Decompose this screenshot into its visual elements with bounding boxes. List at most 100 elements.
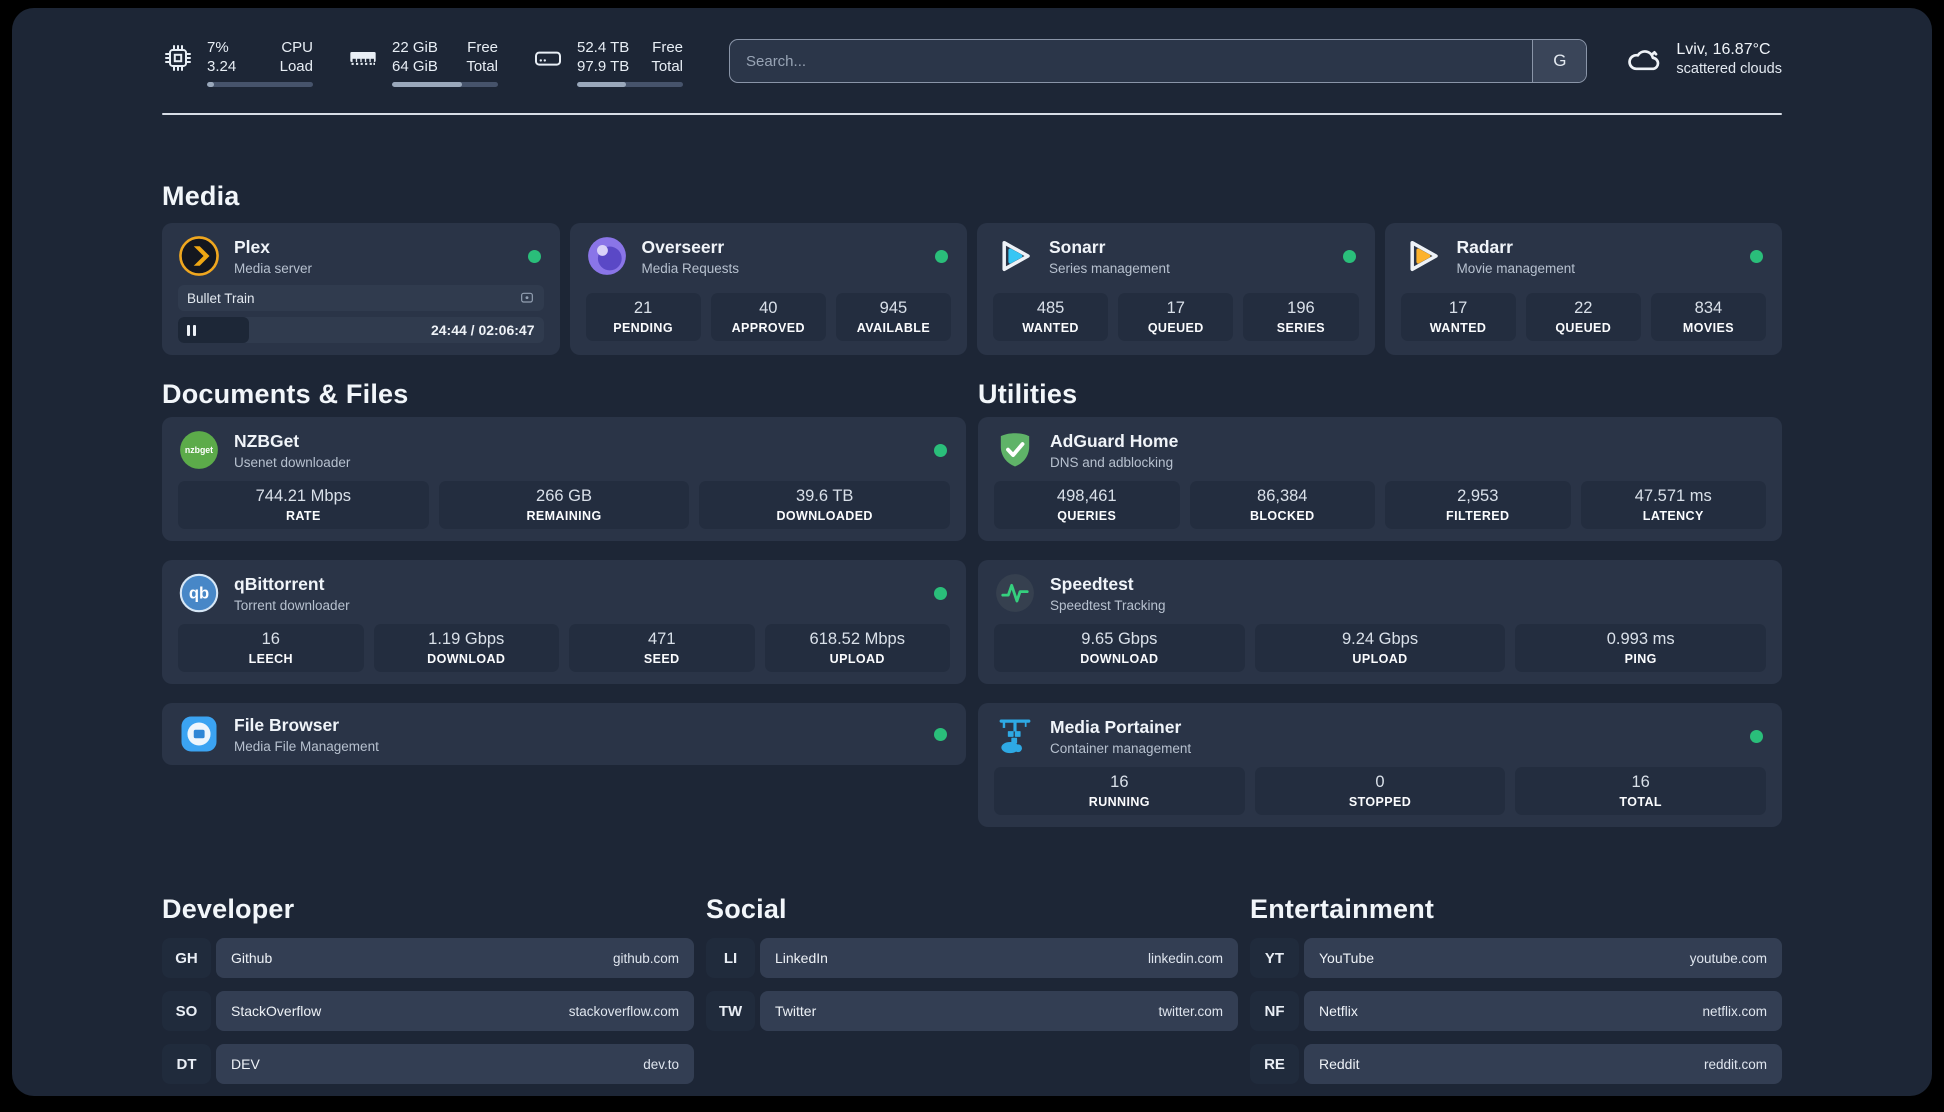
status-dot xyxy=(1750,729,1763,743)
bookmark-github[interactable]: GH Github github.com xyxy=(162,938,694,978)
stat-upload: 618.52 Mbps UPLOAD xyxy=(764,624,950,672)
bookmark-twitter[interactable]: TW Twitter twitter.com xyxy=(706,991,1238,1031)
playback-time: 24:44 / 02:06:47 xyxy=(430,322,535,338)
stat-download: 9.65 Gbps DOWNLOAD xyxy=(994,624,1245,672)
search-engine-button[interactable]: G xyxy=(1532,40,1587,82)
header-divider xyxy=(162,113,1782,115)
header: 7% 3.24 CPU Load 22 GiB 64 GiB Free Tota… xyxy=(162,38,1782,87)
stat-stopped: 0 STOPPED xyxy=(1254,767,1506,815)
section-title-documents: Documents & Files xyxy=(162,379,409,409)
playback-progress-bar[interactable]: 24:44 / 02:06:47 xyxy=(178,317,544,343)
bookmark-abbr: SO xyxy=(162,991,211,1031)
bookmark-abbr: RE xyxy=(1250,1044,1299,1084)
status-dot xyxy=(1750,249,1763,263)
adguard-icon xyxy=(994,429,1036,471)
speedtest-icon xyxy=(994,572,1036,614)
section-title-media: Media xyxy=(162,181,240,211)
radarr-title: Radarr xyxy=(1456,236,1513,257)
disk-metric: 52.4 TB 97.9 TB Free Total xyxy=(532,38,683,87)
card-filebrowser[interactable]: File Browser Media File Management xyxy=(162,703,966,765)
cast-icon[interactable] xyxy=(519,290,535,306)
status-dot xyxy=(527,249,541,263)
stat-running: 16 RUNNING xyxy=(994,767,1245,815)
bookmark-name: Netflix xyxy=(1319,1003,1358,1019)
cpu-metric: 7% 3.24 CPU Load xyxy=(162,38,313,87)
ram-icon xyxy=(347,38,379,70)
radarr-subtitle: Movie management xyxy=(1456,260,1576,276)
bookmark-url: reddit.com xyxy=(1703,1056,1767,1072)
pause-icon xyxy=(187,324,190,336)
qbittorrent-icon: qb xyxy=(178,572,220,614)
svg-text:nzbget: nzbget xyxy=(185,445,213,455)
bookmark-url: dev.to xyxy=(643,1056,679,1072)
stat-pending: 21 PENDING xyxy=(585,293,701,341)
ram-metric: 22 GiB 64 GiB Free Total xyxy=(347,38,498,87)
bookmarks-social: Social LI LinkedIn linkedin.com TW Twitt… xyxy=(706,892,1238,1044)
adguard-title: AdGuard Home xyxy=(1050,430,1179,451)
bookmark-name: Twitter xyxy=(775,1003,817,1019)
bookmarks-entertainment: Entertainment YT YouTube youtube.com NF … xyxy=(1250,892,1782,1096)
ram-progress-bar xyxy=(392,82,498,87)
now-playing-row: Bullet Train xyxy=(178,285,544,311)
bookmark-url: youtube.com xyxy=(1689,950,1767,966)
stat-rate: 744.21 Mbps RATE xyxy=(178,481,429,529)
cloud-icon xyxy=(1625,40,1663,78)
section-title-social: Social xyxy=(706,894,787,924)
radarr-icon xyxy=(1401,235,1443,277)
media-grid: Plex Media server Bullet Train 24:44 / 0… xyxy=(162,223,1782,355)
portainer-icon xyxy=(994,715,1036,757)
documents-column: Documents & Files nzbget NZBGet Usenet d xyxy=(162,377,966,765)
bookmark-linkedin[interactable]: LI LinkedIn linkedin.com xyxy=(706,938,1238,978)
now-playing-title: Bullet Train xyxy=(187,290,255,306)
speedtest-title: Speedtest xyxy=(1050,573,1134,594)
bookmark-netflix[interactable]: NF Netflix netflix.com xyxy=(1250,991,1782,1031)
nzbget-subtitle: Usenet downloader xyxy=(234,454,351,470)
status-dot xyxy=(934,727,947,741)
stat-approved: 40 APPROVED xyxy=(710,293,826,341)
stat-queued: 22 QUEUED xyxy=(1525,293,1641,341)
bookmark-stackoverflow[interactable]: SO StackOverflow stackoverflow.com xyxy=(162,991,694,1031)
portainer-title: Media Portainer xyxy=(1050,716,1182,737)
filebrowser-subtitle: Media File Management xyxy=(234,738,379,754)
card-portainer[interactable]: Media Portainer Container management 16 … xyxy=(978,703,1782,827)
plex-icon xyxy=(178,235,220,277)
stat-total: 16 TOTAL xyxy=(1515,767,1767,815)
disk-free: 52.4 TB xyxy=(577,39,630,56)
cpu-usage: 7% xyxy=(207,39,229,56)
bookmark-dev[interactable]: DT DEV dev.to xyxy=(162,1044,694,1084)
section-title-developer: Developer xyxy=(162,894,295,924)
status-dot xyxy=(935,249,948,263)
card-radarr[interactable]: Radarr Movie management 17 WANTED 22 QUE… xyxy=(1384,223,1782,355)
dashboard: 7% 3.24 CPU Load 22 GiB 64 GiB Free Tota… xyxy=(12,8,1932,1096)
disk-total: 97.9 TB xyxy=(577,58,630,75)
ram-total: 64 GiB xyxy=(392,58,438,75)
filebrowser-icon xyxy=(178,713,220,755)
weather-location: Lviv, 16.87°C xyxy=(1676,41,1771,58)
stat-downloaded: 39.6 TB DOWNLOADED xyxy=(699,481,951,529)
sonarr-subtitle: Series management xyxy=(1049,260,1170,276)
stat-leech: 16 LEECH xyxy=(178,624,364,672)
status-dot xyxy=(934,586,947,600)
plex-subtitle: Media server xyxy=(234,260,313,276)
card-plex[interactable]: Plex Media server Bullet Train 24:44 / 0… xyxy=(162,223,560,355)
stat-latency: 47.571 ms LATENCY xyxy=(1580,481,1766,529)
search-input[interactable] xyxy=(730,40,1533,82)
bookmark-reddit[interactable]: RE Reddit reddit.com xyxy=(1250,1044,1782,1084)
card-nzbget[interactable]: nzbget NZBGet Usenet downloader 744.21 M… xyxy=(162,417,966,541)
bookmark-name: Github xyxy=(231,950,273,966)
bookmark-abbr: NF xyxy=(1250,991,1299,1031)
bookmark-name: YouTube xyxy=(1319,950,1375,966)
bookmark-name: DEV xyxy=(231,1056,260,1072)
section-title-utilities: Utilities xyxy=(978,379,1078,409)
nzbget-title: NZBGet xyxy=(234,430,300,451)
card-overseerr[interactable]: Overseerr Media Requests 21 PENDING 40 A… xyxy=(569,223,967,355)
card-qbittorrent[interactable]: qb qBittorrent Torrent downloader 16 LEE… xyxy=(162,560,966,684)
bookmark-youtube[interactable]: YT YouTube youtube.com xyxy=(1250,938,1782,978)
bookmark-url: github.com xyxy=(612,950,679,966)
card-adguard[interactable]: AdGuard Home DNS and adblocking 498,461 … xyxy=(978,417,1782,541)
card-sonarr[interactable]: Sonarr Series management 485 WANTED 17 Q… xyxy=(977,223,1375,355)
card-speedtest[interactable]: Speedtest Speedtest Tracking 9.65 Gbps D… xyxy=(978,560,1782,684)
disk-progress-bar xyxy=(577,82,683,87)
nzbget-icon: nzbget xyxy=(178,429,220,471)
status-dot xyxy=(1342,249,1356,263)
